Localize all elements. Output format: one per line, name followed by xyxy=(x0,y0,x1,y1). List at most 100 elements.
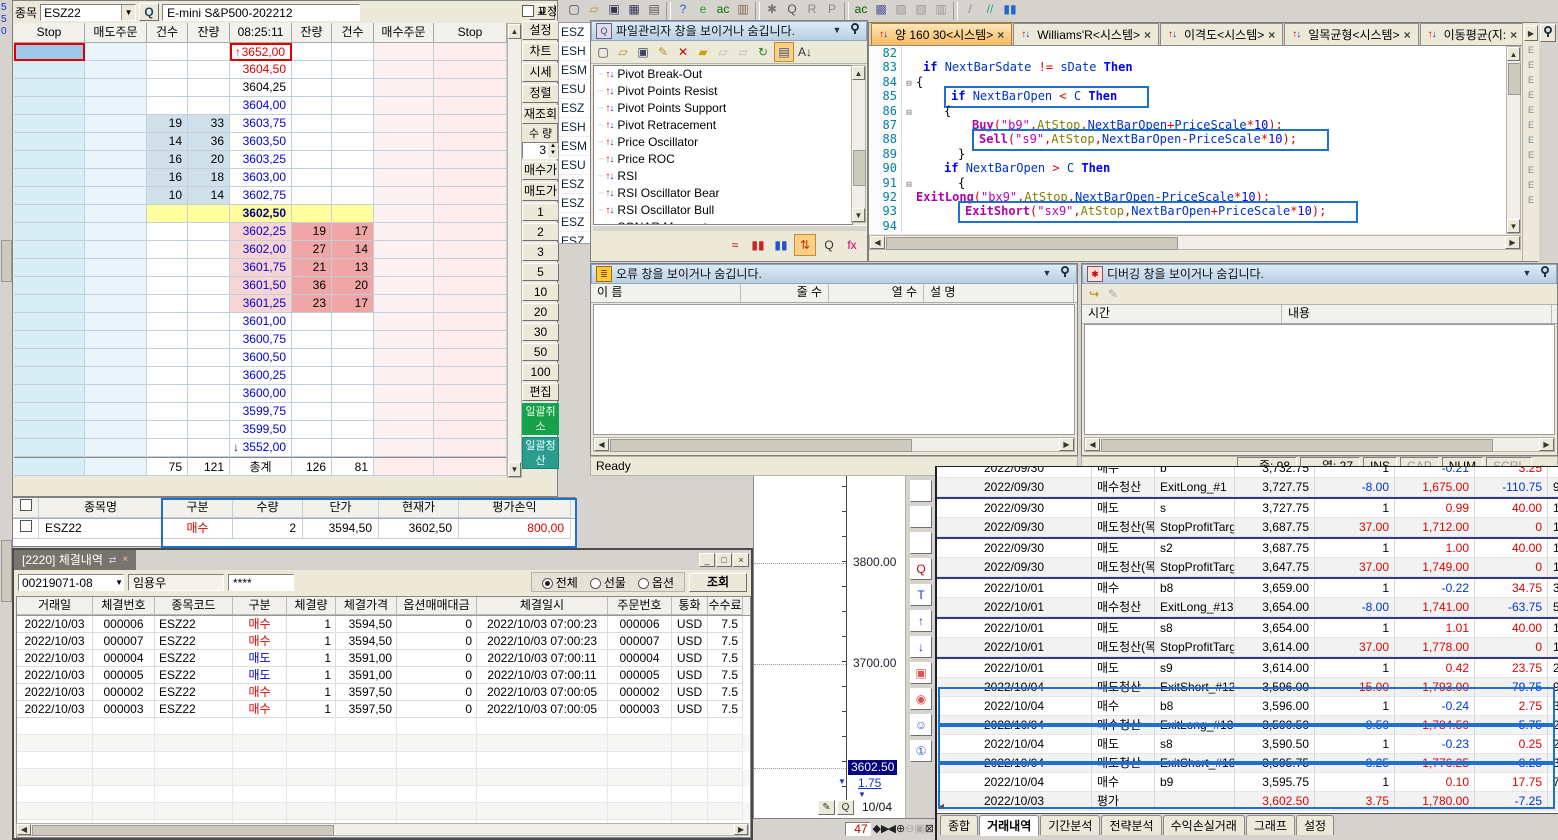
autocomplete-icon[interactable]: ac xyxy=(851,0,871,19)
ladder-bQty-cell[interactable] xyxy=(292,205,332,223)
ladder-bCnt-cell[interactable] xyxy=(332,331,374,349)
function-icon[interactable]: fx xyxy=(842,235,862,255)
ladder-bQty-cell[interactable]: 21 xyxy=(292,259,332,277)
analysis-tab-전략분석[interactable]: 전략분석 xyxy=(1101,815,1161,835)
spellcheck-icon[interactable]: ac xyxy=(713,0,733,19)
ladder-sQty-cell[interactable] xyxy=(188,439,230,457)
side-button-설정[interactable]: 설정 xyxy=(522,21,559,40)
save-file-icon[interactable]: ▣ xyxy=(604,0,624,19)
ladder-sCnt-cell[interactable] xyxy=(147,403,188,421)
price-row[interactable]: 3552,00↓ xyxy=(14,439,507,457)
ladder-sellOrd-cell[interactable] xyxy=(85,43,147,61)
side-button-재조회[interactable]: 재조회 xyxy=(522,105,559,124)
scroll-right-icon[interactable]: ▶ xyxy=(734,824,748,835)
ladder-bCnt-cell[interactable] xyxy=(332,115,374,133)
ladder-sCnt-cell[interactable]: 14 xyxy=(147,133,188,151)
analysis-tab-기간분석[interactable]: 기간분석 xyxy=(1040,815,1100,835)
price-row[interactable]: 3604,50 xyxy=(14,61,507,79)
ladder-bQty-cell[interactable] xyxy=(292,97,332,115)
ladder-stopR-cell[interactable] xyxy=(434,43,507,61)
ladder-buyOrd-cell[interactable] xyxy=(374,439,434,457)
ladder-bCnt-cell[interactable]: 13 xyxy=(332,259,374,277)
qty-preset-button-100[interactable]: 100 xyxy=(522,363,559,381)
ladder-stopL-cell[interactable] xyxy=(14,61,85,79)
trade-row[interactable]: 2022/10/04매도청산ExitShort_#183,595.75-8.25… xyxy=(937,754,1558,773)
hscroll-hint-icon[interactable]: ◂ xyxy=(939,801,944,812)
price-row[interactable]: 3600,25 xyxy=(14,367,507,385)
ladder-bQty-cell[interactable]: 23 xyxy=(292,295,332,313)
symbol-strip-item[interactable]: ESZ xyxy=(559,232,591,244)
pattern-d-icon[interactable] xyxy=(910,480,932,502)
symbol-strip-item[interactable]: ESZ xyxy=(559,213,591,232)
scroll-right-icon[interactable]: ▶ xyxy=(1505,236,1520,249)
ladder-buyOrd-cell[interactable] xyxy=(374,331,434,349)
step-up-icon[interactable]: ▲ xyxy=(548,143,558,150)
print-icon[interactable]: ▤ xyxy=(644,0,664,19)
ladder-bQty-cell[interactable] xyxy=(292,313,332,331)
ladder-bCnt-cell[interactable]: 17 xyxy=(332,295,374,313)
edit-button[interactable]: 편집 xyxy=(522,383,559,401)
formula-item[interactable]: ┄↑↓Pivot Points Resist xyxy=(594,83,852,100)
settings-gear-icon[interactable]: ✱ xyxy=(762,0,782,19)
exec-col-header[interactable]: 체결일시 xyxy=(477,597,608,615)
analysis-tab-수익손실거래[interactable]: 수익손실거래 xyxy=(1163,815,1245,835)
ladder-bQty-cell[interactable] xyxy=(292,403,332,421)
price-row[interactable]: 14363603,50 xyxy=(14,133,507,151)
ladder-stopR-cell[interactable] xyxy=(434,421,507,439)
trade-row[interactable]: 2022/10/01매수청산ExitLong_#133,654.00-8.001… xyxy=(937,598,1558,617)
scroll-left-icon[interactable]: ◀ xyxy=(1085,438,1100,451)
diamond-icon[interactable]: ◆ xyxy=(873,822,879,835)
quote-list-icon[interactable]: Q xyxy=(910,558,932,580)
ladder-bQty-cell[interactable]: 36 xyxy=(292,277,332,295)
ladder-sQty-cell[interactable]: 14 xyxy=(188,187,230,205)
ladder-stopR-cell[interactable] xyxy=(434,205,507,223)
ladder-stopL-cell[interactable] xyxy=(14,97,85,115)
dictionary-icon[interactable]: ▥ xyxy=(733,0,753,19)
code-line[interactable]: 85if NextBarOpen < C Then xyxy=(869,89,1506,103)
ladder-sCnt-cell[interactable] xyxy=(147,259,188,277)
ladder-stopL-cell[interactable] xyxy=(14,169,85,187)
help-icon[interactable]: ? xyxy=(673,0,693,19)
close-window-icon[interactable]: × xyxy=(733,553,749,567)
fixed-checkbox[interactable]: 고정 xyxy=(522,1,559,21)
ladder-bCnt-cell[interactable] xyxy=(332,43,374,61)
expand-right-icon[interactable]: ▶ xyxy=(1524,25,1538,41)
ladder-buyOrd-cell[interactable] xyxy=(374,151,434,169)
qty-preset-button-1[interactable]: 1 xyxy=(522,203,559,221)
debug-col-header[interactable]: 내용 xyxy=(1282,305,1552,323)
step-down-icon[interactable]: ▼ xyxy=(548,150,558,157)
formula-list-scrollbar[interactable]: ▲ ▼ xyxy=(851,65,866,223)
pin-icon[interactable] xyxy=(1058,267,1072,281)
verify-icon[interactable]: ▩ xyxy=(871,0,891,19)
formula-item[interactable]: ┄↑↓Pivot Points Support xyxy=(594,100,852,117)
price-row[interactable]: 3600,00 xyxy=(14,385,507,403)
analysis-chart-icon[interactable]: ≈ xyxy=(725,235,745,255)
radio-전체[interactable]: 전체 xyxy=(542,574,578,591)
editor-tab[interactable]: ↑↓이격도<시스템>× xyxy=(1160,23,1283,45)
scroll-up-icon[interactable]: ▲ xyxy=(1507,47,1520,61)
ladder-buyOrd-cell[interactable] xyxy=(374,43,434,61)
ladder-stopR-cell[interactable] xyxy=(434,97,507,115)
ladder-buyOrd-cell[interactable] xyxy=(374,367,434,385)
close-tab-icon[interactable]: × xyxy=(1404,28,1411,42)
ladder-sellOrd-cell[interactable] xyxy=(85,151,147,169)
ladder-stopR-cell[interactable] xyxy=(434,223,507,241)
ladder-sCnt-cell[interactable]: 19 xyxy=(147,115,188,133)
fold-minus-icon[interactable]: ⊟ xyxy=(906,79,911,89)
fold-minus-icon[interactable]: ⊟ xyxy=(906,108,911,118)
exec-col-header[interactable]: 수수료 xyxy=(708,597,743,615)
import-icon[interactable]: ▧ xyxy=(911,0,931,19)
ladder-bCnt-cell[interactable] xyxy=(332,133,374,151)
price-row[interactable]: 3652,00↑ xyxy=(14,43,507,61)
quantity-stepper[interactable]: 3▲▼ xyxy=(522,142,559,159)
histogram-icon[interactable]: ▮▮ xyxy=(748,235,768,255)
exec-col-header[interactable]: 종목코드 xyxy=(155,597,233,615)
ladder-sCnt-cell[interactable] xyxy=(147,385,188,403)
error-col-header[interactable]: 설 명 xyxy=(924,284,1074,302)
ladder-sQty-cell[interactable]: 36 xyxy=(188,133,230,151)
qty-preset-button-20[interactable]: 20 xyxy=(522,303,559,321)
ladder-bQty-cell[interactable]: 19 xyxy=(292,223,332,241)
ladder-bQty-cell[interactable] xyxy=(292,439,332,457)
ladder-bQty-cell[interactable] xyxy=(292,61,332,79)
symbol-search-button[interactable]: Q xyxy=(139,3,159,21)
